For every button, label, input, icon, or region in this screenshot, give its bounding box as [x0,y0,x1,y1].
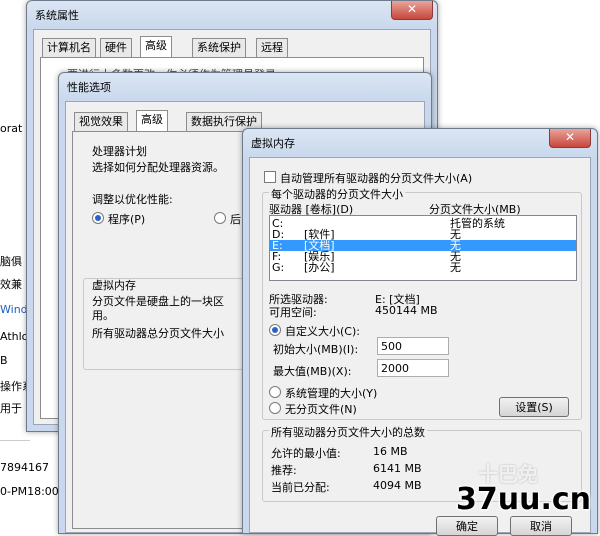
no-paging-radio[interactable]: 无分页文件(N) [269,401,357,417]
tab-perf-advanced[interactable]: 高级 [136,110,168,131]
bg-text-6: B [0,354,8,367]
min-allowed-value: 16 MB [373,445,408,458]
performance-options-title: 性能选项 [67,81,111,94]
allocated-value: 4094 MB [373,479,422,492]
system-properties-close-button[interactable]: ✕ [391,1,433,20]
each-drive-group: 每个驱动器的分页文件大小 驱动器 [卷标](D) 分页文件大小(MB) C: 托… [262,186,582,420]
program-radio[interactable]: 程序(P) [92,211,145,227]
drive-size: 无 [450,261,461,274]
optimize-label: 调整以优化性能: [92,193,173,206]
background-service-label: 后 [230,213,241,226]
bg-text-9: 7894167 [0,461,49,474]
checkbox-unchecked-icon [264,171,276,183]
watermark-main: 37uu.cn [456,482,591,517]
recommended-value: 6141 MB [373,462,422,475]
cpu-schedule-desc: 选择如何分配处理器资源。 [92,161,224,174]
max-size-input[interactable]: 2000 [377,359,449,377]
tab-remote[interactable]: 远程 [256,38,288,57]
bg-text-2: 脑俱 [0,255,22,268]
virtual-memory-window: 虚拟内存 ✕ 自动管理所有驱动器的分页文件大小(A) 每个驱动器的分页文件大小 … [242,128,598,536]
virtual-memory-desc-2: 用。 [92,309,114,322]
drive-label: [办公] [304,261,335,274]
custom-size-radio[interactable]: 自定义大小(C): [269,323,360,339]
radio-icon [214,212,226,224]
bg-text-8: 用于 [0,402,22,415]
radio-selected-icon [92,212,104,224]
free-space-label: 可用空间: [269,306,317,319]
tab-hardware[interactable]: 硬件 [100,38,132,57]
system-managed-radio[interactable]: 系统管理的大小(Y) [269,385,377,401]
program-radio-label: 程序(P) [108,213,146,226]
tab-system-protection[interactable]: 系统保护 [192,38,246,57]
bg-text-4: Wind [0,303,28,316]
close-icon: ✕ [406,2,418,16]
bg-text-10: 0-PM18:00 [0,485,59,498]
bg-divider [0,440,30,441]
virtual-memory-total: 所有驱动器总分页文件大小 [92,327,224,340]
allocated-label: 当前已分配: [271,481,330,494]
tab-advanced[interactable]: 高级 [140,36,172,57]
initial-size-label: 初始大小(MB)(I): [273,343,359,356]
initial-size-input[interactable]: 500 [377,337,449,355]
virtual-memory-window-title: 虚拟内存 [251,137,295,150]
total-paging-group-title: 所有驱动器分页文件大小的总数 [269,424,427,440]
close-icon: ✕ [564,130,576,144]
bg-text-3: 效兼 [0,278,22,291]
drive-listbox[interactable]: C: 托管的系统 D: [软件] 无 E: [文档] 无 F: [娱乐] 无 G… [269,215,577,281]
virtual-memory-title: 虚拟内存 [92,279,136,292]
drive-row-g[interactable]: G: [办公] 无 [270,262,576,273]
tab-visual-effects[interactable]: 视觉效果 [74,112,128,131]
auto-manage-label: 自动管理所有驱动器的分页文件大小(A) [280,172,473,185]
min-allowed-label: 允许的最小值: [271,447,341,460]
radio-selected-icon [269,324,281,336]
free-space-value: 450144 MB [375,304,438,317]
cpu-schedule-title: 处理器计划 [92,145,147,158]
custom-size-label: 自定义大小(C): [285,325,360,338]
ok-button[interactable]: 确定 [436,516,498,536]
max-size-label: 最大值(MB)(X): [273,365,352,378]
set-button[interactable]: 设置(S) [499,397,569,417]
drive-letter: G: [272,261,285,274]
recommended-label: 推荐: [271,464,297,477]
cancel-button[interactable]: 取消 [510,516,572,536]
no-paging-label: 无分页文件(N) [285,403,357,416]
bg-text-5: Athlo [0,330,29,343]
virtual-memory-close-button[interactable]: ✕ [549,129,591,148]
tab-computer-name[interactable]: 计算机名 [42,38,96,57]
radio-icon [269,386,281,398]
system-managed-label: 系统管理的大小(Y) [285,387,378,400]
auto-manage-checkbox[interactable]: 自动管理所有驱动器的分页文件大小(A) [264,170,472,186]
radio-icon [269,402,281,414]
system-properties-title: 系统属性 [35,9,79,22]
each-drive-group-title: 每个驱动器的分页文件大小 [269,186,405,202]
background-service-radio[interactable]: 后 [214,211,241,227]
bg-text-1: orat [0,122,23,135]
virtual-memory-body: 自动管理所有驱动器的分页文件大小(A) 每个驱动器的分页文件大小 驱动器 [卷标… [249,157,591,536]
